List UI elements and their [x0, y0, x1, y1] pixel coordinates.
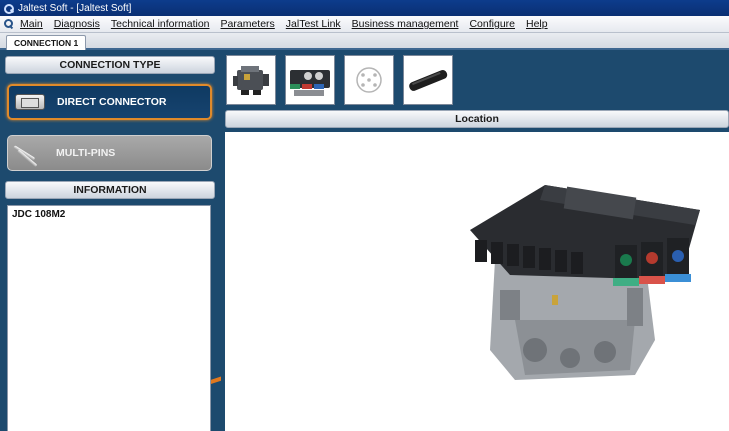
- ecu-module-icon: [290, 70, 330, 96]
- menu-main[interactable]: Main: [20, 18, 43, 30]
- menu-configure[interactable]: Configure: [469, 18, 515, 30]
- connector-icon: [13, 89, 49, 115]
- menu-technical-information[interactable]: Technical information: [111, 18, 210, 30]
- menu-bar: Main Diagnosis Technical information Par…: [0, 16, 729, 33]
- menu-diagnosis[interactable]: Diagnosis: [54, 18, 100, 30]
- right-panel: Location: [221, 51, 729, 431]
- thumbnail-connector-pinout[interactable]: [344, 55, 394, 105]
- menu-business-management[interactable]: Business management: [352, 18, 459, 30]
- cable-icon: [409, 70, 448, 91]
- menu-jaltest-link[interactable]: JalTest Link: [286, 18, 341, 30]
- valve-module-icon: [470, 185, 700, 380]
- direct-connector-label: DIRECT CONNECTOR: [57, 96, 167, 108]
- engine-icon: [233, 66, 269, 95]
- multi-pins-icon: [12, 140, 48, 168]
- tab-connection-1[interactable]: CONNECTION 1: [6, 35, 87, 50]
- multi-pins-label: MULTI-PINS: [56, 147, 116, 159]
- information-header: INFORMATION: [5, 181, 215, 199]
- menu-parameters[interactable]: Parameters: [221, 18, 275, 30]
- left-panel: CONNECTION TYPE DIRECT CONNECTOR MULTI-P…: [0, 51, 221, 431]
- thumbnail-engine[interactable]: [226, 55, 276, 105]
- app-icon: [3, 3, 14, 14]
- location-header: Location: [225, 110, 729, 128]
- thumbnail-ecu-module[interactable]: [285, 55, 335, 105]
- title-bar: Jaltest Soft - [Jaltest Soft]: [0, 0, 729, 16]
- information-text: JDC 108M2: [12, 209, 66, 220]
- thumbnail-cable[interactable]: [403, 55, 453, 105]
- connector-pinout-icon: [356, 67, 382, 93]
- multi-pins-button[interactable]: MULTI-PINS: [7, 135, 212, 171]
- app-menu-icon[interactable]: [4, 19, 14, 29]
- connection-type-header: CONNECTION TYPE: [5, 56, 215, 74]
- window-title: Jaltest Soft - [Jaltest Soft]: [18, 2, 132, 14]
- direct-connector-button[interactable]: DIRECT CONNECTOR: [7, 84, 212, 120]
- tab-strip: CONNECTION 1: [0, 33, 729, 50]
- information-panel: JDC 108M2: [7, 205, 211, 431]
- location-image-area: [225, 132, 729, 431]
- menu-help[interactable]: Help: [526, 18, 548, 30]
